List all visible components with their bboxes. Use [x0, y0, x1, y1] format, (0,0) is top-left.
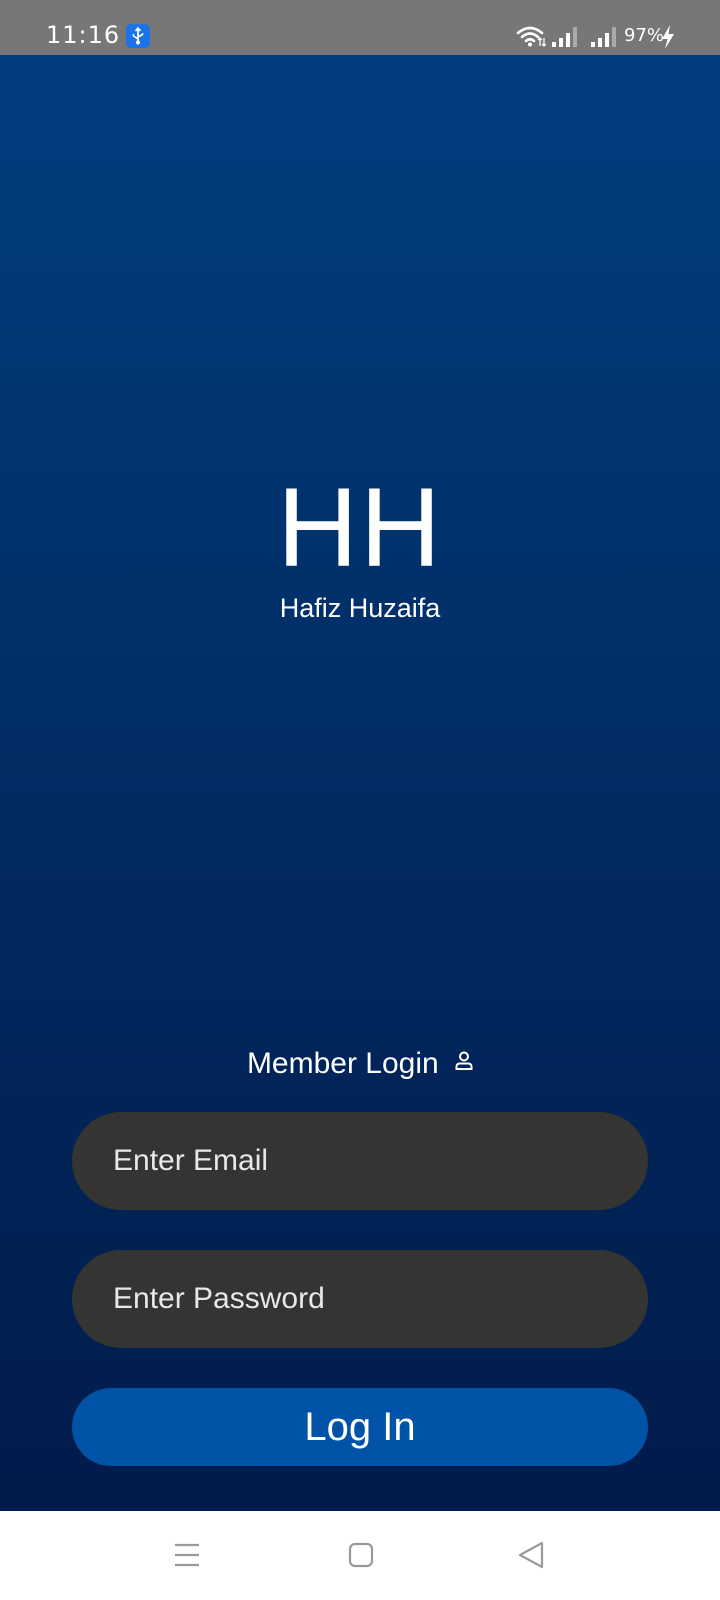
login-screen: HH Hafiz Huzaifa Member Login Log In [0, 55, 720, 1511]
navigation-bar [0, 1511, 720, 1600]
back-icon[interactable] [517, 1541, 545, 1574]
signal-icon [591, 26, 617, 53]
battery-percentage: 97% [624, 25, 665, 46]
login-button[interactable]: Log In [72, 1388, 648, 1466]
password-field[interactable] [72, 1250, 648, 1348]
home-icon[interactable] [348, 1542, 374, 1573]
wifi-icon [516, 25, 547, 52]
usb-icon [126, 24, 150, 48]
charging-bolt-icon [661, 25, 675, 54]
member-login-heading: Member Login [0, 1044, 720, 1084]
status-time: 11:16 [46, 21, 121, 49]
signal-icon [552, 26, 578, 53]
email-field[interactable] [72, 1112, 648, 1210]
logo-text: HH [277, 465, 443, 590]
member-login-label: Member Login [246, 1047, 439, 1080]
status-bar: 11:16 97% [0, 0, 720, 55]
person-icon [455, 1042, 473, 1082]
menu-icon[interactable] [174, 1542, 200, 1573]
brand-name: Hafiz Huzaifa [279, 593, 441, 623]
